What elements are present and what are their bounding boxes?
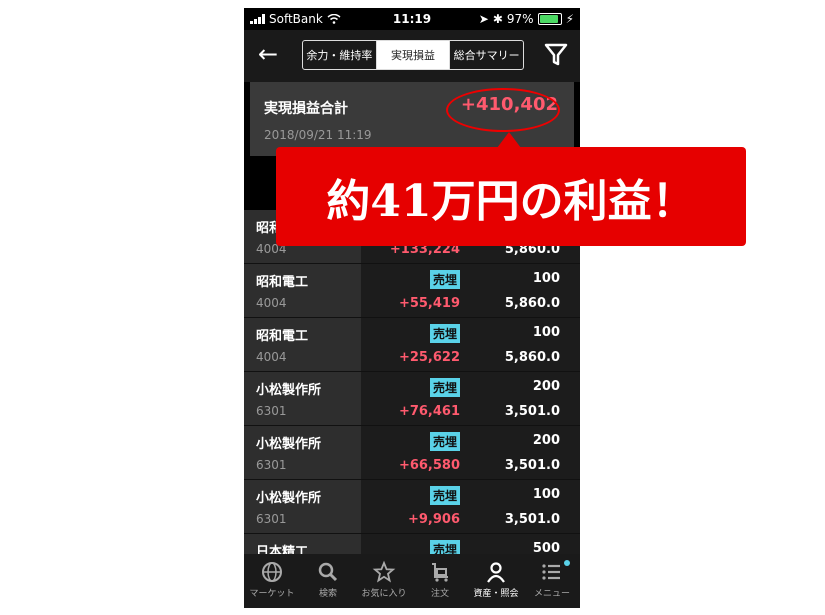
charging-icon: ⚡ [565,12,574,26]
stock-code: 4004 [256,296,287,310]
stock-name: 昭和電工 [256,275,309,290]
stock-name: 小松製作所 [256,437,322,452]
tab-label: 注文 [430,589,449,599]
tab-label: マーケット [249,589,295,599]
summary-timestamp: 2018/09/21 11:19 [264,128,372,142]
tab-label: 検索 [318,589,337,599]
summary-label: 実現損益合計 [264,101,348,117]
tab-order[interactable]: 注文 [412,554,468,608]
tab-realized-pnl[interactable]: 実現損益 [376,41,451,69]
tab-label: 資産・照会 [473,589,519,599]
table-row[interactable]: 小松製作所 6301 売埋 200 +66,580 3,501.0 [244,426,580,480]
tab-label: メニュー [533,589,570,599]
battery-percent: 97% [506,12,534,26]
search-icon [318,562,338,582]
filter-icon[interactable] [542,40,570,68]
bluetooth-icon: ✱ [492,12,503,26]
stock-code: 6301 [256,512,287,526]
battery-icon [537,13,562,25]
tab-search[interactable]: 検索 [300,554,356,608]
row-quantity: 200 [532,379,560,394]
notification-dot [564,560,570,566]
tab-favorites[interactable]: お気に入り [356,554,412,608]
row-quantity: 100 [532,271,560,286]
row-quantity: 100 [532,325,560,340]
table-row[interactable]: 昭和電工 4004 売埋 100 +55,419 5,860.0 [244,264,580,318]
star-icon [372,560,396,583]
row-price: 5,860.0 [504,296,560,311]
row-price: 3,501.0 [504,458,560,473]
phone-screen: SoftBank 11:19 ➤ ✱ 97% ⚡ ← 余力・維持率 実現損益 総… [244,8,580,608]
tab-market[interactable]: マーケット [244,554,300,608]
stock-code: 6301 [256,404,287,418]
row-pnl: +76,461 [398,404,460,419]
cart-icon [432,563,448,582]
tab-margin[interactable]: 余力・維持率 [303,41,377,69]
row-price: 5,860.0 [504,350,560,365]
table-row[interactable]: 昭和電工 4004 売埋 100 +25,622 5,860.0 [244,318,580,372]
table-row[interactable]: 小松製作所 6301 売埋 100 +9,906 3,501.0 [244,480,580,534]
profit-callout: 約41万円の利益！ [276,147,746,246]
trade-list: 昭和電工 4004 +133,224 5,860.0 昭和電工 4004 売埋 … [244,210,580,588]
tab-summary[interactable]: 総合サマリー [450,41,523,69]
trade-type-badge: 売埋 [430,432,461,451]
row-price: 3,501.0 [504,512,560,527]
tab-assets[interactable]: 資産・照会 [468,554,524,608]
row-price: 3,501.0 [504,404,560,419]
location-icon: ➤ [478,12,489,26]
highlight-ellipse [446,88,560,132]
stock-code: 4004 [256,350,287,364]
trade-type-badge: 売埋 [430,486,461,505]
person-icon [487,562,505,583]
back-arrow-icon[interactable]: ← [254,40,282,68]
callout-pointer [497,132,521,148]
status-bar: SoftBank 11:19 ➤ ✱ 97% ⚡ [244,8,580,30]
row-quantity: 100 [532,487,560,502]
bottom-tab-bar: マーケット 検索 お気に入り 注文 資産・照会 メニュー [244,554,580,608]
stock-name: 昭和電工 [256,329,309,344]
segmented-tabs: 余力・維持率 実現損益 総合サマリー [302,40,524,70]
row-pnl: +9,906 [407,512,460,527]
globe-icon [262,562,282,582]
row-pnl: +55,419 [398,296,460,311]
trade-type-badge: 売埋 [430,270,461,289]
row-quantity: 200 [532,433,560,448]
stock-code: 6301 [256,458,287,472]
row-pnl: +25,622 [398,350,460,365]
trade-type-badge: 売埋 [430,324,461,343]
stock-name: 小松製作所 [256,491,322,506]
nav-bar: ← 余力・維持率 実現損益 総合サマリー [244,30,580,82]
menu-icon [542,564,560,580]
tab-label: お気に入り [361,589,407,599]
tab-menu[interactable]: メニュー [524,554,580,608]
stock-name: 小松製作所 [256,383,322,398]
trade-type-badge: 売埋 [430,378,461,397]
row-pnl: +66,580 [398,458,460,473]
table-row[interactable]: 小松製作所 6301 売埋 200 +76,461 3,501.0 [244,372,580,426]
